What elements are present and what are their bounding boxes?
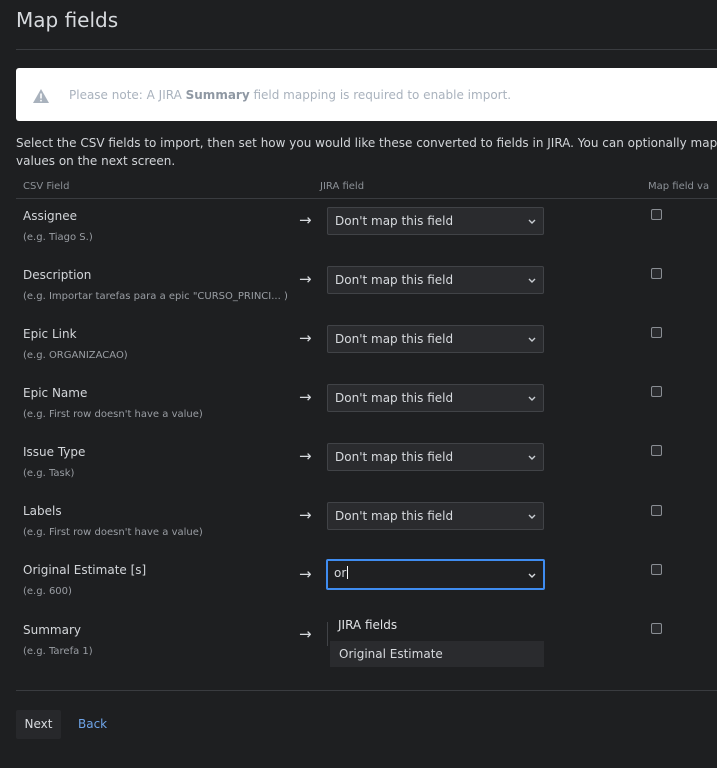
jira-field-select-epic-link[interactable]: Don't map this field xyxy=(327,325,544,353)
map-values-checkbox[interactable] xyxy=(651,209,662,220)
arrow-icon: → xyxy=(299,388,312,406)
row-label-assignee: Assignee xyxy=(23,209,78,223)
map-values-checkbox[interactable] xyxy=(651,386,662,397)
jira-field-select-assignee[interactable]: Don't map this field xyxy=(327,207,544,235)
map-values-checkbox[interactable] xyxy=(651,564,662,575)
title-divider xyxy=(16,49,717,50)
map-values-checkbox[interactable] xyxy=(651,268,662,279)
chevron-down-icon xyxy=(528,455,536,460)
warning-icon xyxy=(33,89,49,103)
row-example: (e.g. 600) xyxy=(23,586,72,597)
dropdown-group-label: JIRA fields xyxy=(338,618,398,632)
row-example: (e.g. First row doesn't have a value) xyxy=(23,409,203,420)
row-example: (e.g. Task) xyxy=(23,468,75,479)
back-link[interactable]: Back xyxy=(78,717,107,731)
map-values-checkbox[interactable] xyxy=(651,505,662,516)
row-label-issue-type: Issue Type xyxy=(23,445,86,459)
header-jira-field: JIRA field xyxy=(320,181,365,192)
arrow-icon: → xyxy=(299,506,312,524)
map-values-checkbox[interactable] xyxy=(651,327,662,338)
chevron-down-icon xyxy=(528,573,536,578)
row-example: (e.g. First row doesn't have a value) xyxy=(23,527,203,538)
jira-field-dropdown: JIRA fields Original Estimate xyxy=(330,613,544,671)
row-example: (e.g. Importar tarefas para a epic "CURS… xyxy=(23,291,288,302)
row-label-summary: Summary xyxy=(23,623,81,637)
map-values-checkbox[interactable] xyxy=(651,623,662,634)
intro-text: Select the CSV fields to import, then se… xyxy=(16,136,717,168)
header-divider xyxy=(16,198,717,199)
row-example: (e.g. Tarefa 1) xyxy=(23,646,93,657)
footer-divider xyxy=(16,690,717,691)
chevron-down-icon xyxy=(528,278,536,283)
arrow-icon: → xyxy=(299,270,312,288)
notice-bold: Summary xyxy=(185,88,250,102)
jira-field-select-description[interactable]: Don't map this field xyxy=(327,266,544,294)
chevron-down-icon xyxy=(528,396,536,401)
arrow-icon: → xyxy=(299,565,312,583)
jira-field-select-labels[interactable]: Don't map this field xyxy=(327,502,544,530)
dropdown-option-original-estimate[interactable]: Original Estimate xyxy=(330,641,544,667)
chevron-down-icon xyxy=(528,514,536,519)
row-label-epic-name: Epic Name xyxy=(23,386,88,400)
row-label-original-estimate: Original Estimate [s] xyxy=(23,563,147,577)
row-example: (e.g. Tiago S.) xyxy=(23,232,93,243)
arrow-icon: → xyxy=(299,211,312,229)
chevron-down-icon xyxy=(528,219,536,224)
text-cursor xyxy=(347,566,349,579)
chevron-down-icon xyxy=(528,337,536,342)
jira-field-select-summary[interactable] xyxy=(327,622,328,646)
arrow-icon: → xyxy=(299,447,312,465)
arrow-icon: → xyxy=(299,329,312,347)
row-example: (e.g. ORGANIZACAO) xyxy=(23,350,128,361)
notice-banner: Please note: A JIRA Summary field mappin… xyxy=(16,68,717,121)
row-label-epic-link: Epic Link xyxy=(23,327,77,341)
jira-field-select-epic-name[interactable]: Don't map this field xyxy=(327,384,544,412)
row-label-labels: Labels xyxy=(23,504,62,518)
page-title: Map fields xyxy=(16,8,119,32)
arrow-icon: → xyxy=(299,625,312,643)
header-csv-field: CSV Field xyxy=(23,181,70,192)
map-values-checkbox[interactable] xyxy=(651,445,662,456)
next-button[interactable]: Next xyxy=(16,710,61,739)
jira-field-search-input[interactable]: or xyxy=(326,559,545,590)
jira-field-select-issue-type[interactable]: Don't map this field xyxy=(327,443,544,471)
notice-message: Please note: A JIRA Summary field mappin… xyxy=(69,88,512,102)
header-map-values: Map field va xyxy=(648,181,710,192)
row-label-description: Description xyxy=(23,268,92,282)
